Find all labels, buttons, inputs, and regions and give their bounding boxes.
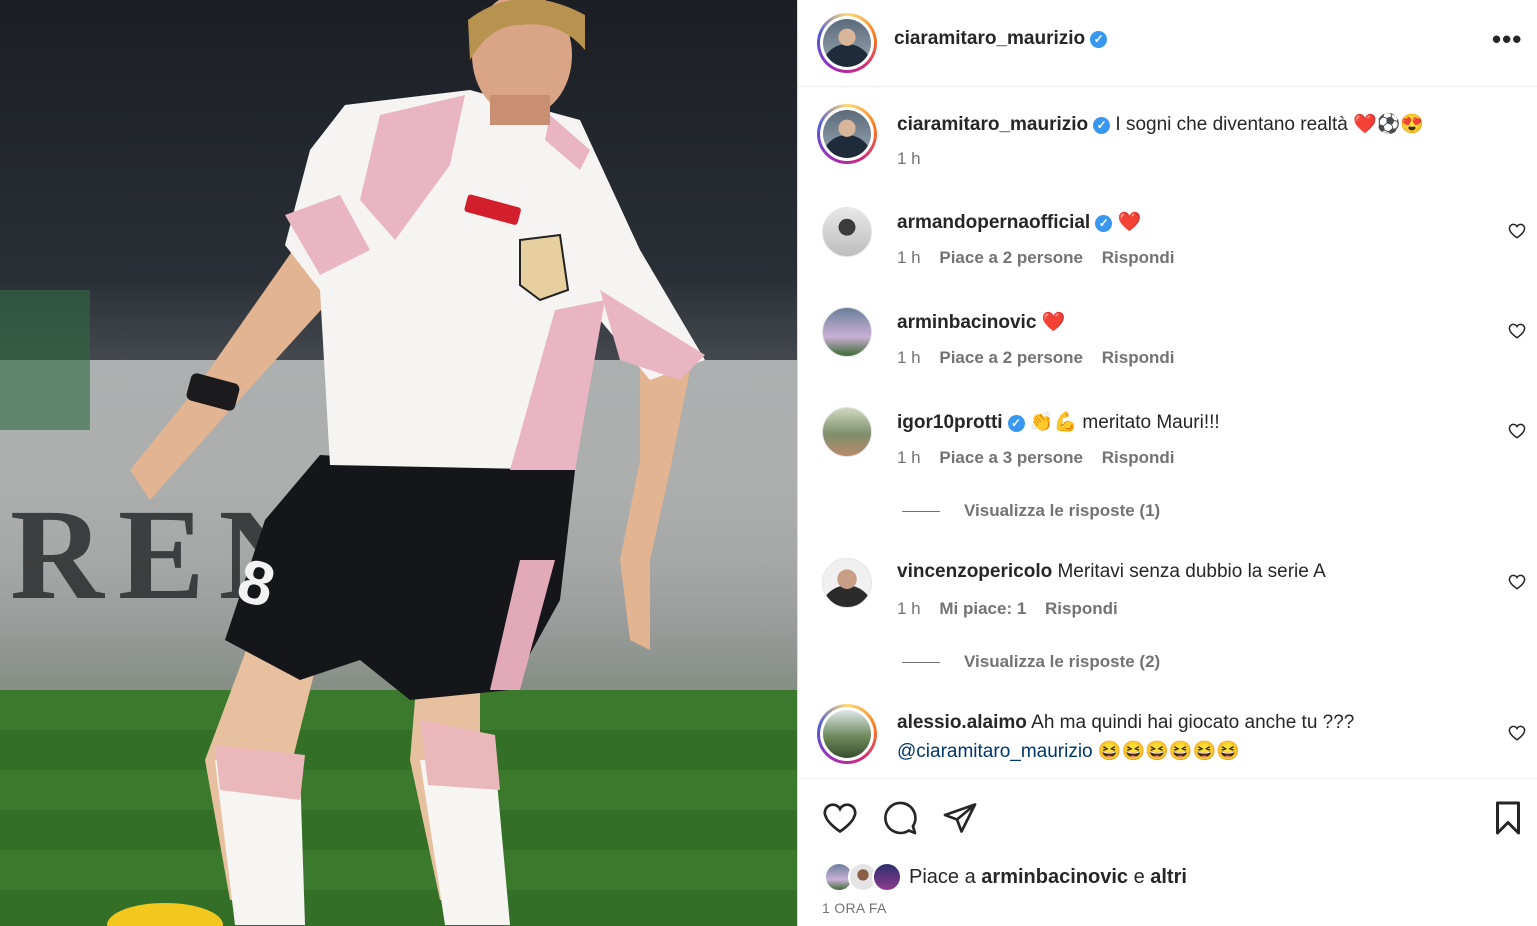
- verified-icon: ✓: [1093, 117, 1111, 134]
- comment-time[interactable]: 1 h: [897, 348, 921, 367]
- comment-time[interactable]: 1 h: [897, 448, 921, 467]
- verified-icon: ✓: [1095, 215, 1113, 232]
- comment-text: ❤️: [1117, 212, 1142, 233]
- comment-meta: 1 h Piace a 2 persone Rispondi: [897, 348, 1188, 368]
- comment-username[interactable]: armandopernaofficial: [897, 212, 1090, 233]
- commenter-avatar[interactable]: [817, 704, 877, 764]
- comment-row: armandopernaofficial ✓ ❤️: [897, 210, 1141, 234]
- comment-likes[interactable]: Piace a 2 persone: [939, 248, 1083, 267]
- post-photo[interactable]: REN T 8: [0, 0, 797, 926]
- comment-likes[interactable]: Mi piace: 1: [939, 599, 1026, 618]
- heart-icon[interactable]: [1508, 222, 1526, 240]
- author-username[interactable]: ciaramitaro_maurizio: [894, 28, 1085, 49]
- heart-icon[interactable]: [1508, 322, 1526, 340]
- commenter-avatar[interactable]: [822, 558, 872, 608]
- replies-line: [902, 511, 940, 513]
- comment-icon[interactable]: [882, 800, 918, 836]
- caption-meta: 1 h: [897, 149, 935, 169]
- comment-row: igor10protti ✓ 👏💪 meritato Mauri!!!: [897, 410, 1220, 434]
- comment-text: 😆😆😆😆😆😆: [1097, 741, 1240, 762]
- caption-time[interactable]: 1 h: [897, 149, 921, 168]
- replies-line: [902, 662, 940, 664]
- bookmark-icon[interactable]: [1490, 800, 1526, 836]
- verified-icon: ✓: [1090, 31, 1108, 48]
- view-replies-label[interactable]: Visualizza le risposte (2): [964, 652, 1160, 671]
- comment-time[interactable]: 1 h: [897, 599, 921, 618]
- verified-icon: ✓: [1007, 415, 1025, 432]
- comment-meta: 1 h Mi piace: 1 Rispondi: [897, 599, 1132, 619]
- comment-username[interactable]: igor10protti: [897, 412, 1003, 433]
- caption: ciaramitaro_maurizio ✓ I sogni che divent…: [897, 112, 1424, 136]
- likes-joiner: e: [1133, 866, 1145, 888]
- view-replies-button[interactable]: Visualizza le risposte (2): [902, 652, 1160, 672]
- heart-icon[interactable]: [1508, 573, 1526, 591]
- heart-icon[interactable]: [1508, 422, 1526, 440]
- actions-divider: [798, 778, 1537, 779]
- reply-button[interactable]: Rispondi: [1102, 248, 1175, 267]
- reply-button[interactable]: Rispondi: [1045, 599, 1118, 618]
- comment-row: vincenzopericolo Meritavi senza dubbio l…: [897, 561, 1326, 583]
- share-icon[interactable]: [942, 800, 978, 836]
- comment-username[interactable]: alessio.alaimo: [897, 712, 1027, 733]
- comment-likes[interactable]: Piace a 2 persone: [939, 348, 1083, 367]
- reply-button[interactable]: Rispondi: [1102, 448, 1175, 467]
- view-replies-button[interactable]: Visualizza le risposte (1): [902, 501, 1160, 521]
- comment-username[interactable]: arminbacinovic: [897, 312, 1036, 333]
- view-replies-label[interactable]: Visualizza le risposte (1): [964, 501, 1160, 520]
- caption-username[interactable]: ciaramitaro_maurizio: [897, 114, 1088, 135]
- more-icon[interactable]: •••: [1492, 24, 1522, 55]
- heart-icon[interactable]: [822, 800, 858, 836]
- mention-link[interactable]: @ciaramitaro_maurizio: [897, 741, 1093, 762]
- liker-avatar[interactable]: [872, 862, 902, 892]
- likes-summary: Piace a arminbacinovic e altri: [909, 866, 1187, 889]
- commenter-avatar[interactable]: [822, 307, 872, 357]
- comment-text: Meritavi senza dubbio la serie A: [1057, 561, 1326, 582]
- post-time[interactable]: 1 ORA FA: [822, 900, 887, 916]
- comment-username[interactable]: vincenzopericolo: [897, 561, 1052, 582]
- commenter-avatar[interactable]: [822, 207, 872, 257]
- comment-row: arminbacinovic ❤️: [897, 310, 1065, 334]
- author-avatar[interactable]: [817, 13, 877, 73]
- likes-user[interactable]: arminbacinovic: [981, 866, 1128, 888]
- comment-time[interactable]: 1 h: [897, 248, 921, 267]
- author-header: ciaramitaro_maurizio ✓: [894, 28, 1108, 50]
- comment-text: 👏💪 meritato Mauri!!!: [1029, 412, 1220, 433]
- comment-meta: 1 h Piace a 2 persone Rispondi: [897, 248, 1188, 268]
- comment-text: ❤️: [1041, 312, 1066, 333]
- comment-row-continued: @ciaramitaro_maurizio 😆😆😆😆😆😆: [897, 739, 1240, 763]
- post-panel: ciaramitaro_maurizio ✓ ••• ciaramitaro_ma…: [797, 0, 1537, 926]
- comment-meta: 1 h Piace a 3 persone Rispondi: [897, 448, 1188, 468]
- commenter-avatar[interactable]: [822, 407, 872, 457]
- likes-others[interactable]: altri: [1150, 866, 1187, 888]
- comment-row: alessio.alaimo Ah ma quindi hai giocato …: [897, 712, 1354, 734]
- likes-prefix: Piace a: [909, 866, 976, 888]
- heart-icon[interactable]: [1508, 724, 1526, 742]
- comment-likes[interactable]: Piace a 3 persone: [939, 448, 1083, 467]
- player-illustration: 8: [107, 0, 705, 926]
- reply-button[interactable]: Rispondi: [1102, 348, 1175, 367]
- comment-text: Ah ma quindi hai giocato anche tu ???: [1031, 712, 1355, 733]
- caption-avatar[interactable]: [817, 104, 877, 164]
- header-divider: [798, 86, 1537, 87]
- caption-text: I sogni che diventano realtà ❤️⚽😍: [1115, 114, 1425, 135]
